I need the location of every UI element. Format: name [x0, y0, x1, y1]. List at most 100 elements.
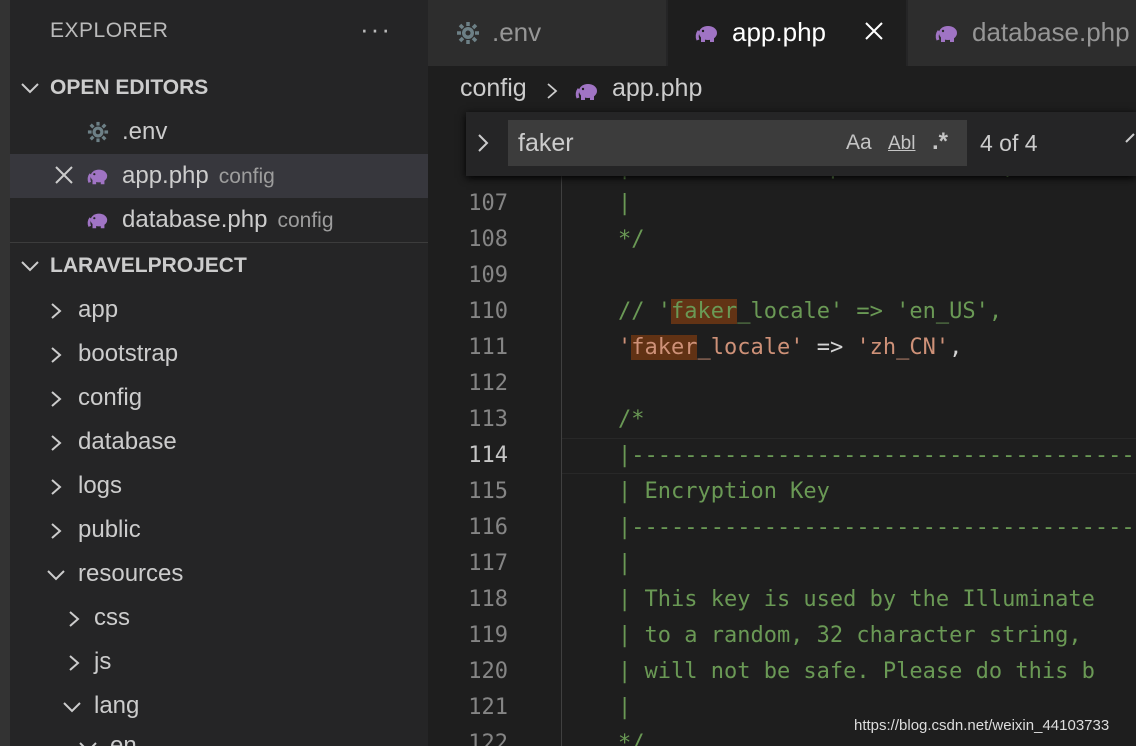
tree-item-resources[interactable]: resources: [10, 552, 428, 596]
line-number: 109: [468, 263, 508, 288]
activity-bar-edge: [0, 0, 10, 746]
open-editors-label: OPEN EDITORS: [50, 76, 209, 99]
chevron-down-icon: [21, 261, 39, 272]
whole-word-button[interactable]: Abl: [888, 133, 915, 155]
code-view[interactable]: 106 107 108 109 110 111 112 113 114 115 …: [428, 112, 1136, 746]
gear-icon: [457, 22, 479, 44]
chevron-right-icon: [51, 435, 62, 451]
code-line: | This key is used by the Illuminate: [618, 587, 1095, 612]
line-number: 120: [468, 659, 508, 684]
chevron-down-icon: [63, 702, 81, 713]
chevron-down-icon: [21, 83, 39, 94]
section-divider: [10, 242, 428, 243]
line-number: 108: [468, 227, 508, 252]
line-number: 121: [468, 695, 508, 720]
find-query: faker: [518, 129, 574, 157]
chevron-down-icon: [47, 570, 65, 581]
tab-env[interactable]: .env: [428, 0, 666, 66]
tab-label: .env: [492, 17, 542, 47]
php-elephant-icon: [695, 26, 717, 42]
line-number: 116: [468, 515, 508, 540]
chevron-right-icon: [51, 523, 62, 539]
breadcrumb: config app.php: [428, 66, 1136, 112]
breadcrumb-file[interactable]: app.php: [612, 74, 702, 103]
line-number: 112: [468, 371, 508, 396]
code-line: | Encryption Key: [618, 479, 830, 504]
line-number: 118: [468, 587, 508, 612]
tree-item-label: js: [94, 648, 112, 675]
code-line: */: [618, 731, 645, 746]
tab-bar: .env app.php database.php: [428, 0, 1136, 66]
tree-item-config[interactable]: config: [10, 376, 428, 420]
line-number: 122: [468, 731, 508, 746]
open-editors-section[interactable]: OPEN EDITORS: [10, 66, 428, 110]
more-actions-button[interactable]: ···: [360, 14, 392, 45]
tree-item-lang[interactable]: lang: [10, 684, 428, 728]
breadcrumb-folder[interactable]: config: [460, 74, 527, 103]
line-number: 117: [468, 551, 508, 576]
search-match-current: faker: [631, 335, 698, 360]
tab-app-php[interactable]: app.php: [668, 0, 906, 66]
find-input[interactable]: faker Aa Abl .*: [508, 120, 967, 166]
code-line: |---------------------------------------…: [618, 515, 1136, 540]
chevron-right-icon: [51, 347, 62, 363]
chevron-down-icon: [79, 742, 97, 746]
tree-item-database[interactable]: database: [10, 420, 428, 464]
chevron-right-icon: [51, 303, 62, 319]
chevron-right-icon: [51, 391, 62, 407]
tree-item-js[interactable]: js: [10, 640, 428, 684]
code-line: |: [618, 191, 632, 216]
line-number: 110: [468, 299, 508, 324]
code-line: 'faker_locale' => 'zh_CN',: [618, 335, 963, 360]
line-number: 115: [468, 479, 508, 504]
editor-area: .env app.php database.php config app.php…: [428, 0, 1136, 746]
code-line: |: [618, 695, 632, 720]
previous-match-icon[interactable]: [1124, 132, 1136, 152]
tree-item-label: public: [78, 516, 141, 543]
match-count: 4 of 4: [980, 130, 1038, 156]
tree-item-public[interactable]: public: [10, 508, 428, 552]
find-widget: faker Aa Abl .* 4 of 4: [466, 112, 1136, 176]
line-number: 119: [468, 623, 508, 648]
watermark: https://blog.csdn.net/weixin_44103733: [854, 717, 1110, 734]
tree-item-label: app: [78, 296, 119, 323]
match-case-button[interactable]: Aa: [846, 131, 872, 155]
code-line: */: [618, 227, 645, 252]
tree-item-css[interactable]: css: [10, 596, 428, 640]
tree-item-label: bootstrap: [78, 340, 179, 367]
regex-button[interactable]: .*: [932, 128, 948, 156]
close-icon[interactable]: [864, 21, 884, 41]
explorer-title: EXPLORER: [50, 19, 169, 42]
php-elephant-icon: [935, 26, 957, 42]
chevron-right-icon: [547, 83, 558, 99]
code-line: | to a random, 32 character string,: [618, 623, 1082, 648]
tree-item-label: logs: [78, 472, 123, 499]
tab-database-php[interactable]: database.php: [908, 0, 1136, 66]
chevron-right-icon: [69, 611, 80, 627]
project-section[interactable]: LARAVELPROJECT: [10, 244, 428, 288]
tree-item-en[interactable]: en: [10, 728, 428, 746]
tree-item-label: config: [78, 384, 143, 411]
tree-item-logs[interactable]: logs: [10, 464, 428, 508]
project-label: LARAVELPROJECT: [50, 254, 247, 277]
code-line: |---------------------------------------…: [618, 443, 1136, 468]
open-editor-database-php[interactable]: database.php config: [10, 198, 428, 242]
code-line: // 'faker_locale' => 'en_US',: [618, 299, 1003, 324]
tree-item-label: resources: [78, 560, 184, 587]
tree-item-app[interactable]: app: [10, 288, 428, 332]
open-editor-app-php[interactable]: app.php config: [10, 154, 428, 198]
explorer-sidebar: EXPLORER ··· OPEN EDITORS .env app.php co…: [10, 0, 428, 746]
tab-label: database.php: [972, 17, 1130, 47]
toggle-replace-chevron-icon[interactable]: [476, 132, 490, 154]
tree-item-label: database: [78, 428, 177, 455]
chevron-right-icon: [69, 655, 80, 671]
open-editor-env[interactable]: .env: [10, 110, 428, 154]
search-match: faker: [670, 299, 738, 324]
explorer-header: EXPLORER ···: [10, 0, 428, 66]
tab-label: app.php: [732, 17, 826, 47]
code-line: /*: [618, 407, 645, 432]
open-editor-label: database.php config: [122, 206, 334, 233]
close-icon[interactable]: [54, 165, 74, 185]
tree-item-label: css: [94, 604, 130, 631]
tree-item-bootstrap[interactable]: bootstrap: [10, 332, 428, 376]
